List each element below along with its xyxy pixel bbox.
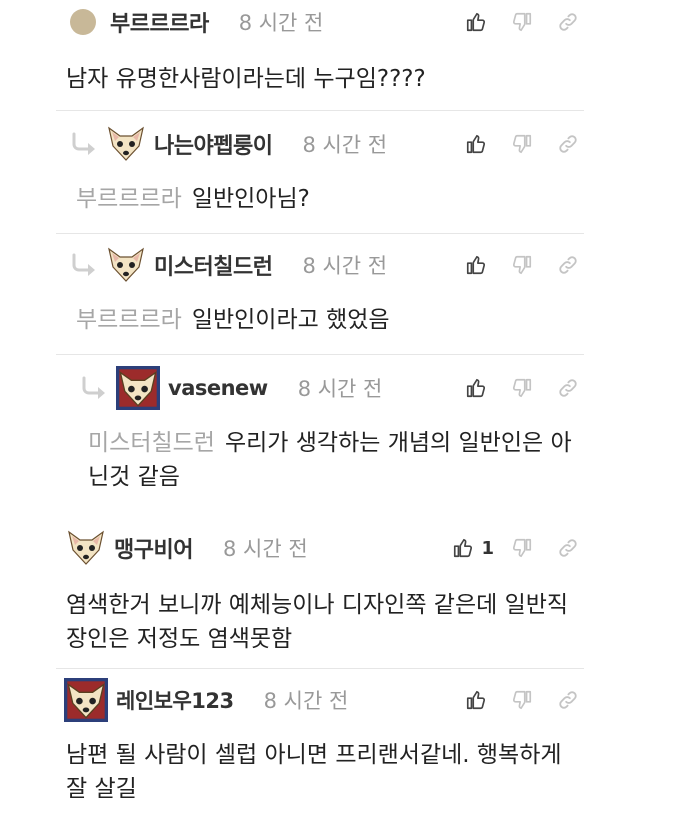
thumbs-up-icon[interactable] xyxy=(451,536,475,560)
thumbs-up-icon[interactable] xyxy=(464,376,488,400)
comment-body: 일반인아님? xyxy=(191,186,310,212)
comment-body: 일반인이라고 했었음 xyxy=(191,307,390,333)
reply-item: 나는야펩룽이 8 시간 전 부르르르라 일반인아님? xyxy=(0,112,590,232)
reply-mention[interactable]: 부르르르라 xyxy=(76,186,182,212)
thumbs-down-icon[interactable] xyxy=(510,536,534,560)
comment-header: 부르르르라 8 시간 전 xyxy=(70,2,323,42)
dog-avatar-pattern-icon[interactable] xyxy=(116,366,160,410)
round-avatar-icon[interactable] xyxy=(70,9,96,35)
comment-text: 남자 유명한사람이라는데 누구임???? xyxy=(66,62,586,96)
reply-arrow-icon xyxy=(80,376,110,400)
link-icon[interactable] xyxy=(556,536,580,560)
link-icon[interactable] xyxy=(556,253,580,277)
comment-nickname[interactable]: 레인보우123 xyxy=(116,685,234,715)
dog-avatar-icon[interactable] xyxy=(106,245,146,285)
reply-arrow-icon xyxy=(70,253,100,277)
comment-body: 남자 유명한사람이라는데 누구임???? xyxy=(66,66,426,92)
comment-header: 레인보우123 8 시간 전 xyxy=(64,680,348,720)
divider xyxy=(56,233,584,234)
divider xyxy=(56,110,584,111)
dog-avatar-pattern-icon[interactable] xyxy=(64,678,108,722)
comment-text: 미스터칠드런 우리가 생각하는 개념의 일반인은 아닌것 같음 xyxy=(88,426,578,494)
thumbs-down-icon[interactable] xyxy=(510,688,534,712)
comment-actions xyxy=(464,2,580,42)
reply-item: 미스터칠드런 8 시간 전 부르르르라 일반인이라고 했었음 xyxy=(0,235,590,353)
comment-actions xyxy=(464,368,580,408)
reply-item: vasenew 8 시간 전 미스터칠드런 우리가 생각하는 개념의 일반인은 아… xyxy=(0,356,590,506)
comment-text: 부르르르라 일반인이라고 했었음 xyxy=(76,303,586,337)
dog-avatar-icon[interactable] xyxy=(106,124,146,164)
comment-nickname[interactable]: 부르르르라 xyxy=(110,6,209,38)
link-icon[interactable] xyxy=(556,132,580,156)
comment-item: 맹구비어 8 시간 전 1 염색한거 보니까 예체능이나 디자인쪽 같은데 일반… xyxy=(0,524,590,666)
like-count: 1 xyxy=(481,537,494,559)
comment-time: 8 시간 전 xyxy=(302,133,388,157)
comment-time: 8 시간 전 xyxy=(238,11,324,35)
comment-nickname[interactable]: 맹구비어 xyxy=(114,532,193,564)
thumbs-up-icon[interactable] xyxy=(464,253,488,277)
comment-text: 부르르르라 일반인아님? xyxy=(76,182,586,216)
reply-arrow-icon xyxy=(70,132,100,156)
comment-header: 나는야펩룽이 8 시간 전 xyxy=(70,124,387,164)
comment-actions xyxy=(464,124,580,164)
comment-nickname[interactable]: 미스터칠드런 xyxy=(154,249,273,281)
comment-time: 8 시간 전 xyxy=(302,254,388,278)
comment-body: 염색한거 보니까 예체능이나 디자인쪽 같은데 일반직장인은 저정도 염색못함 xyxy=(66,592,569,652)
comment-header: vasenew 8 시간 전 xyxy=(80,368,382,408)
comment-item: 부르르르라 8 시간 전 남자 유명한사람이라는데 누구임???? xyxy=(0,0,590,110)
comment-actions: 1 xyxy=(451,528,580,568)
thumbs-down-icon[interactable] xyxy=(510,376,534,400)
comment-header: 미스터칠드런 8 시간 전 xyxy=(70,245,387,285)
reply-mention[interactable]: 미스터칠드런 xyxy=(88,430,215,456)
comment-actions xyxy=(464,245,580,285)
thumbs-up-icon[interactable] xyxy=(464,10,488,34)
divider xyxy=(56,354,584,355)
thumbs-down-icon[interactable] xyxy=(510,10,534,34)
comment-time: 8 시간 전 xyxy=(222,537,308,561)
link-icon[interactable] xyxy=(556,688,580,712)
comment-text: 남편 될 사람이 셀럽 아니면 프리랜서같네. 행복하게 잘 살길 xyxy=(66,738,586,806)
dog-avatar-icon[interactable] xyxy=(66,528,106,568)
thumbs-down-icon[interactable] xyxy=(510,132,534,156)
link-icon[interactable] xyxy=(556,376,580,400)
comment-text: 염색한거 보니까 예체능이나 디자인쪽 같은데 일반직장인은 저정도 염색못함 xyxy=(66,588,586,656)
comment-header: 맹구비어 8 시간 전 xyxy=(66,528,308,568)
comment-nickname[interactable]: 나는야펩룽이 xyxy=(154,128,273,160)
comment-actions xyxy=(464,680,580,720)
comment-nickname[interactable]: vasenew xyxy=(168,376,268,400)
thumbs-up-icon[interactable] xyxy=(464,688,488,712)
comment-time: 8 시간 전 xyxy=(263,689,349,713)
thumbs-up-icon[interactable] xyxy=(464,132,488,156)
comment-body: 남편 될 사람이 셀럽 아니면 프리랜서같네. 행복하게 잘 살길 xyxy=(66,742,562,802)
reply-mention[interactable]: 부르르르라 xyxy=(76,307,182,333)
divider xyxy=(56,668,584,669)
link-icon[interactable] xyxy=(556,10,580,34)
comment-time: 8 시간 전 xyxy=(297,377,383,401)
thumbs-down-icon[interactable] xyxy=(510,253,534,277)
comment-item: 레인보우123 8 시간 전 남편 될 사람이 셀럽 아니면 프리랜서같네. 행… xyxy=(0,676,590,816)
